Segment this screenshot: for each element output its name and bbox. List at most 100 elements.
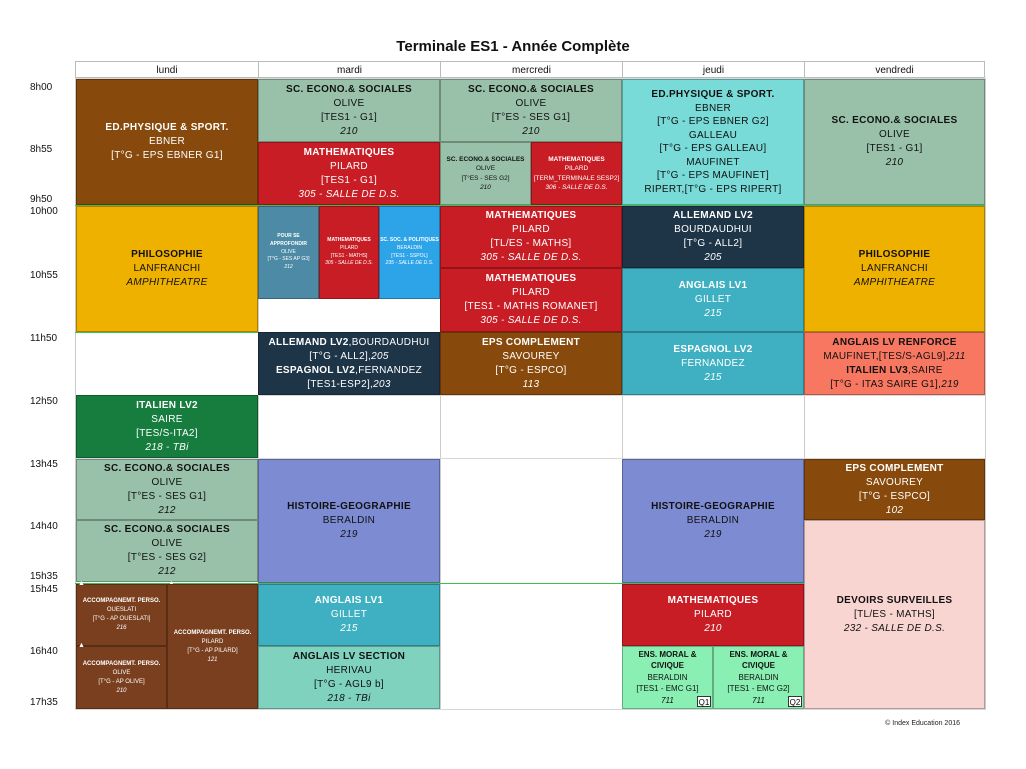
course-name: PHILOSOPHIE (131, 249, 203, 260)
room: 210 (340, 125, 358, 137)
course-block[interactable]: SC. ECONO.& SOCIALES OLIVE [TES1 - G1] 2… (804, 79, 985, 205)
course-block[interactable]: SC. ECONO.& SOCIALES OLIVE [T°ES - SES G… (76, 459, 258, 520)
course-name: EPS COMPLEMENT (845, 462, 944, 474)
teacher: OLIVE (281, 248, 296, 255)
course-name: SC. ECONO.& SOCIALES (103, 524, 230, 535)
teacher: GILLET (330, 609, 368, 620)
group: [T°G - EPS EBNER G1] (111, 150, 223, 161)
teacher: OLIVE (112, 669, 131, 676)
room: AMPHITHEATRE (126, 277, 208, 288)
course-block[interactable]: ALLEMAND LV2 BOURDAUDHUI [T°G - ALL2] 20… (622, 206, 804, 268)
course-block[interactable]: ITALIEN LV2 SAIRE [TES/S-ITA2] 218 - TBi (76, 395, 258, 458)
room: 205 (371, 350, 389, 362)
course-name: SC. ECONO.& SOCIALES (831, 115, 958, 126)
course-name: ANGLAIS LV1 (314, 595, 384, 606)
teacher: BERALDIN (322, 515, 376, 526)
course-block[interactable]: DEVOIRS SURVEILLES [TL/ES - MATHS] 232 -… (804, 520, 985, 709)
group: [T°G - EPS EBNER G2] (657, 116, 769, 127)
course-block[interactable]: ACCOMPAGNEMT. PERSO. OUESLATI [T°G - AP … (76, 584, 167, 646)
course-block[interactable]: PHILOSOPHIE LANFRANCHI AMPHITHEATRE (804, 206, 985, 332)
room: 218 - TBi (327, 692, 371, 704)
time-label: 15h45 (30, 584, 58, 595)
course-block[interactable]: HISTOIRE-GEOGRAPHIE BERALDIN 219 (258, 459, 440, 583)
teacher: OLIVE (151, 538, 183, 549)
course-block[interactable]: SC. SOC. & POLITIQUES BERALDIN [TES1 - S… (379, 206, 440, 299)
room: 305 - SALLE DE D.S. (325, 260, 373, 267)
course-block[interactable]: MATHEMATIQUES PILARD [TES1 - G1] 305 - S… (258, 142, 440, 205)
room: 212 (158, 566, 176, 577)
course-block[interactable]: SC. ECONO.& SOCIALES OLIVE [T°ES - SES G… (440, 142, 531, 205)
day-header-jeudi: jeudi (622, 61, 804, 78)
group: [T°ES - SES G1] (127, 490, 207, 502)
group: [T°ES - SES G1] (491, 111, 571, 123)
course-block[interactable]: ED.PHYSIQUE & SPORT. EBNER [T°G - EPS EB… (76, 79, 258, 205)
group: [TES1 - EMC G1] (636, 684, 699, 694)
course-name: HISTOIRE-GEOGRAPHIE (651, 501, 775, 512)
course-block[interactable]: HISTOIRE-GEOGRAPHIE BERALDIN 219 (622, 459, 804, 583)
room: 218 - TBi (145, 441, 189, 453)
teacher: PILARD (339, 244, 359, 251)
course-block[interactable]: SC. ECONO.& SOCIALES OLIVE [T°ES - SES G… (76, 520, 258, 582)
course-block[interactable]: ED.PHYSIQUE & SPORT. EBNER [T°G - EPS EB… (622, 79, 804, 205)
group: [TES1 - MATHS] (330, 252, 368, 259)
room: 212 (158, 504, 176, 516)
group: [TL/ES - MATHS] (854, 608, 935, 620)
teacher: ,SAIRE (908, 364, 943, 376)
course-block[interactable]: SC. ECONO.& SOCIALES OLIVE [TES1 - G1] 2… (258, 79, 440, 142)
course-block[interactable]: PHILOSOPHIE LANFRANCHI AMPHITHEATRE (76, 206, 258, 332)
course-block[interactable]: MATHEMATIQUES PILARD 210 (622, 584, 804, 646)
time-label: 17h35 (30, 697, 58, 708)
course-block[interactable]: ALLEMAND LV2,BOURDAUDHUI [T°G - ALL2],20… (258, 332, 440, 395)
day-header-mercredi: mercredi (440, 61, 622, 78)
room: 219 (340, 529, 358, 540)
course-name: ANGLAIS LV RENFORCE (832, 336, 957, 348)
room: 102 (885, 504, 904, 516)
group: RIPERT,[T°G - EPS RIPERT] (644, 183, 782, 195)
group: [T°ES - SES G2] (461, 174, 510, 182)
course-block[interactable]: POUR SE APPROFONDIR OLIVE [T°G - SES AP … (258, 206, 319, 299)
course-block[interactable]: ACCOMPAGNEMT. PERSO. OLIVE [T°G - AP OLI… (76, 646, 167, 709)
course-block[interactable]: MATHEMATIQUES PILARD [TL/ES - MATHS] 305… (440, 206, 622, 268)
course-name: PHILOSOPHIE (858, 249, 931, 260)
room: 232 - SALLE DE D.S. (843, 622, 946, 634)
teacher: SAVOUREY (865, 476, 924, 488)
course-block[interactable]: MATHEMATIQUES PILARD [TERM_TERMINALE SES… (531, 142, 622, 205)
day-header-mardi: mardi (258, 61, 440, 78)
time-label: 11h50 (30, 333, 58, 344)
group: [T°G - ITA3 SAIRE G1], (830, 378, 942, 390)
course-block[interactable]: ACCOMPAGNEMT. PERSO. PILARD [T°G - AP PI… (167, 584, 258, 709)
group: [T°G - ESPCO] (495, 364, 567, 376)
course-block[interactable]: ANGLAIS LV1 GILLET 215 (258, 584, 440, 646)
course-block[interactable]: MATHEMATIQUES PILARD [TES1 - MATHS ROMAN… (440, 268, 622, 332)
course-block[interactable]: MATHEMATIQUES PILARD [TES1 - MATHS] 305 … (319, 206, 379, 299)
time-label: 12h50 (30, 396, 58, 407)
course-block[interactable]: EPS COMPLEMENT SAVOUREY [T°G - ESPCO] 11… (440, 332, 622, 395)
course-name: ALLEMAND LV2 (672, 210, 754, 221)
group: [TES1 - G1] (320, 174, 378, 186)
course-block[interactable]: ANGLAIS LV SECTION HERIVAU [T°G - AGL9 b… (258, 646, 440, 709)
course-name: ED.PHYSIQUE & SPORT. (105, 122, 229, 133)
time-label: 9h50 (30, 194, 53, 205)
group: [T°G - AP OLIVE] (98, 678, 145, 685)
teacher: LANFRANCHI (133, 263, 201, 274)
group: [TL/ES - MATHS] (490, 238, 572, 249)
course-block[interactable]: ESPAGNOL LV2 FERNANDEZ 215 (622, 332, 804, 395)
course-name: SC. ECONO.& SOCIALES (103, 462, 230, 474)
course-block[interactable]: ANGLAIS LV RENFORCE MAUFINET,[TES/S-AGL9… (804, 332, 985, 395)
teacher: PILARD (694, 609, 732, 620)
teacher: PILARD (512, 224, 550, 235)
group: [T°G - EPS GALLEAU] (659, 143, 767, 154)
group: [TES1 - G1] (866, 143, 923, 154)
course-block[interactable]: SC. ECONO.& SOCIALES OLIVE [T°ES - SES G… (440, 79, 622, 142)
course-block[interactable]: EPS COMPLEMENT SAVOUREY [T°G - ESPCO] 10… (804, 459, 985, 520)
group: [T°G - SES AP G3] (267, 256, 310, 263)
quarter-badge: Q2 (788, 696, 802, 707)
course-name: DEVOIRS SURVEILLES (836, 594, 953, 606)
group: [T°G - AP OUESLATI] (92, 616, 151, 622)
room: 305 - SALLE DE D.S. (480, 315, 582, 326)
course-name: SC. ECONO.& SOCIALES (446, 155, 525, 163)
room: 235 - SALLE DE D.S. (385, 260, 434, 267)
group: [TES1 - SSPOL] (391, 252, 428, 259)
course-block[interactable]: ANGLAIS LV1 GILLET 215 (622, 268, 804, 332)
teacher: ,BOURDAUDHUI (348, 336, 430, 348)
